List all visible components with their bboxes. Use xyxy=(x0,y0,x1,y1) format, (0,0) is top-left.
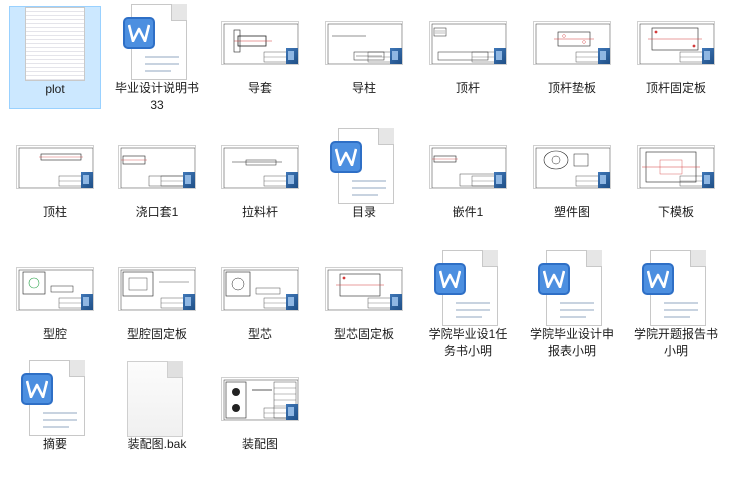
file-thumbnail xyxy=(214,362,306,436)
file-name: 嵌件1 xyxy=(452,205,484,219)
file-thumbnail xyxy=(526,130,618,204)
word-icon xyxy=(642,263,674,295)
file-name: plot xyxy=(45,82,65,96)
file-thumbnail xyxy=(630,250,722,326)
file-thumbnail xyxy=(111,252,203,326)
text-file-icon xyxy=(25,7,85,81)
file-name: 塑件图 xyxy=(553,205,590,219)
file-name: 学院毕业设1任务书小明 xyxy=(428,327,508,358)
file-thumbnail xyxy=(214,252,306,326)
file-item[interactable]: plot xyxy=(9,6,101,109)
file-name: 装配图 xyxy=(241,437,278,451)
file-name: 学院开题报告书小明 xyxy=(633,327,718,358)
file-item[interactable]: 装配图.bak xyxy=(111,361,203,453)
file-name: 下模板 xyxy=(657,205,694,219)
file-name: 顶柱 xyxy=(42,205,67,219)
file-thumbnail xyxy=(9,252,101,326)
cad-drawing-icon xyxy=(637,145,715,189)
word-icon xyxy=(21,373,53,405)
file-thumbnail xyxy=(526,6,618,80)
file-item[interactable]: 学院毕业设计申报表小明 xyxy=(526,250,618,360)
word-icon xyxy=(538,263,570,295)
file-thumbnail xyxy=(526,250,618,326)
file-item[interactable]: 塑件图 xyxy=(526,130,618,221)
file-item[interactable]: 顶杆固定板 xyxy=(630,6,722,97)
cad-drawing-icon xyxy=(118,145,196,189)
file-item[interactable]: 导套 xyxy=(214,6,306,97)
file-item[interactable]: 顶柱 xyxy=(9,130,101,221)
file-name: 学院毕业设计申报表小明 xyxy=(529,327,614,358)
file-name: 顶杆垫板 xyxy=(547,81,596,95)
cad-drawing-icon xyxy=(16,267,94,311)
cad-drawing-icon xyxy=(637,21,715,65)
file-thumbnail xyxy=(111,130,203,204)
cad-drawing-icon xyxy=(325,21,403,65)
file-thumbnail xyxy=(630,6,722,80)
file-thumbnail xyxy=(111,4,203,80)
file-thumbnail xyxy=(214,130,306,204)
word-icon xyxy=(434,263,466,295)
file-item[interactable]: 型芯 xyxy=(214,252,306,343)
file-item[interactable]: 型腔固定板 xyxy=(111,252,203,343)
file-thumbnail xyxy=(9,130,101,204)
file-item[interactable]: 导柱 xyxy=(318,6,410,97)
file-item[interactable]: 型腔 xyxy=(9,252,101,343)
cad-drawing-icon xyxy=(16,145,94,189)
file-thumbnail xyxy=(422,250,514,326)
file-item[interactable]: 下模板 xyxy=(630,130,722,221)
file-thumbnail xyxy=(318,6,410,80)
file-item[interactable]: 浇口套1 xyxy=(111,130,203,221)
cad-drawing-icon xyxy=(118,267,196,311)
file-thumbnail xyxy=(111,361,203,437)
file-item[interactable]: 装配图 xyxy=(214,362,306,453)
cad-drawing-icon xyxy=(221,267,299,311)
cad-drawing-icon xyxy=(325,267,403,311)
cad-drawing-icon xyxy=(221,21,299,65)
file-item[interactable]: 毕业设计说明书33 xyxy=(111,4,203,114)
file-thumbnail xyxy=(318,252,410,326)
file-item[interactable]: 摘要 xyxy=(9,360,101,453)
file-name: 毕业设计说明书33 xyxy=(114,81,199,112)
file-name: 型腔固定板 xyxy=(126,327,187,341)
file-thumbnail xyxy=(9,360,101,436)
word-icon xyxy=(330,141,362,173)
file-item[interactable]: 顶杆 xyxy=(422,6,514,97)
file-name: 摘要 xyxy=(42,437,67,451)
file-thumbnail xyxy=(422,6,514,80)
file-name: 顶杆 xyxy=(455,81,480,95)
generic-file-icon xyxy=(127,361,187,437)
file-name: 装配图.bak xyxy=(127,437,187,451)
file-thumbnail xyxy=(214,6,306,80)
file-thumbnail xyxy=(10,7,100,81)
cad-drawing-icon xyxy=(221,377,299,421)
cad-drawing-icon xyxy=(533,21,611,65)
file-name: 导柱 xyxy=(351,81,376,95)
file-item[interactable]: 拉料杆 xyxy=(214,130,306,221)
file-name: 型芯 xyxy=(247,327,272,341)
word-icon xyxy=(123,17,155,49)
file-name: 浇口套1 xyxy=(135,205,179,219)
file-name: 型芯固定板 xyxy=(333,327,394,341)
cad-drawing-icon xyxy=(221,145,299,189)
file-name: 型腔 xyxy=(42,327,67,341)
file-thumbnail xyxy=(422,130,514,204)
cad-drawing-icon xyxy=(533,145,611,189)
file-item[interactable]: 学院毕业设1任务书小明 xyxy=(422,250,514,360)
file-name: 拉料杆 xyxy=(241,205,278,219)
file-name: 顶杆固定板 xyxy=(645,81,706,95)
file-item[interactable]: 顶杆垫板 xyxy=(526,6,618,97)
file-item[interactable]: 目录 xyxy=(318,128,410,221)
file-item[interactable]: 学院开题报告书小明 xyxy=(630,250,722,360)
file-name: 导套 xyxy=(247,81,272,95)
cad-drawing-icon xyxy=(429,145,507,189)
file-item[interactable]: 嵌件1 xyxy=(422,130,514,221)
file-thumbnail xyxy=(318,128,410,204)
cad-drawing-icon xyxy=(429,21,507,65)
file-name: 目录 xyxy=(351,205,376,219)
file-thumbnail xyxy=(630,130,722,204)
file-item[interactable]: 型芯固定板 xyxy=(318,252,410,343)
